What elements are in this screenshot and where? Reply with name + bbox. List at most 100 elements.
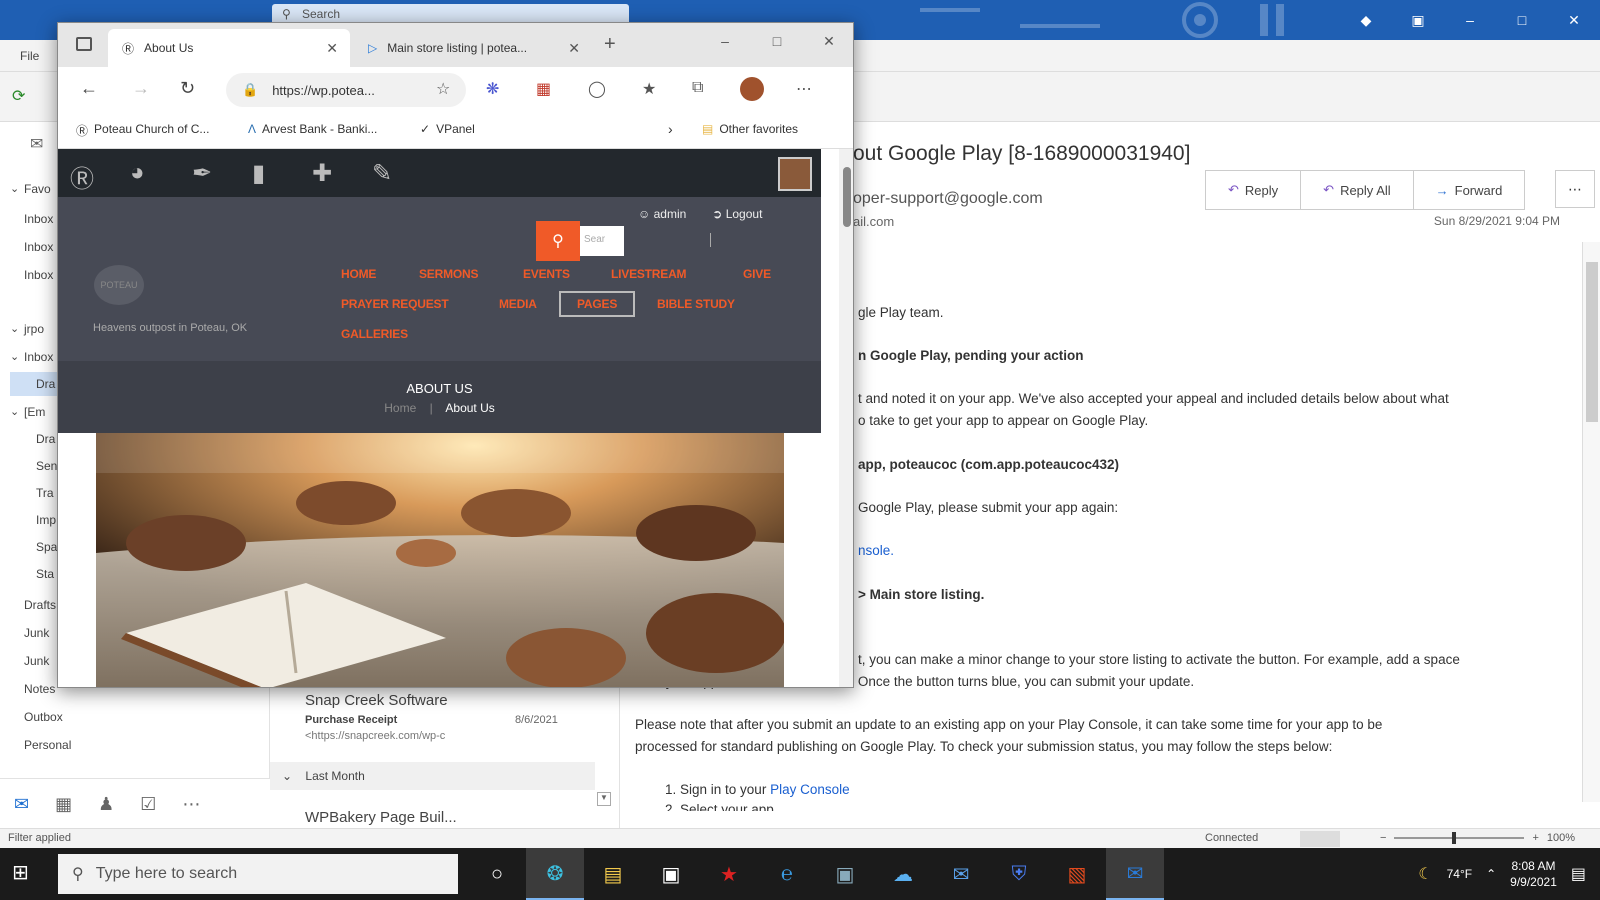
folder-item[interactable]: Junk [24, 626, 49, 640]
clock[interactable]: 8:08 AM 9/9/2021 [1510, 858, 1557, 890]
reading-scrollbar[interactable] [1582, 242, 1600, 802]
breadcrumb-home[interactable]: Home [384, 401, 416, 415]
forward-button[interactable]: → Forward [1414, 171, 1525, 209]
folder-item[interactable]: Inbox [24, 268, 53, 282]
reply-button[interactable]: ↶ Reply [1206, 171, 1302, 209]
favorites-icon[interactable]: ★ [642, 79, 656, 99]
message-sender[interactable]: WPBakery Page Buil... [305, 809, 457, 826]
new-tab-button[interactable]: + [604, 33, 616, 56]
filezilla-icon[interactable]: ★ [700, 848, 758, 900]
shield-icon[interactable]: ⛨ [990, 848, 1048, 900]
mail-icon[interactable]: ✉ [14, 794, 29, 815]
tab-actions-icon[interactable] [76, 37, 92, 51]
shield-extension-icon[interactable]: ◯ [588, 79, 606, 99]
folder-item[interactable]: Drafts [24, 598, 56, 612]
tab-about-us[interactable]: Ⓡ About Us ✕ [108, 29, 350, 67]
folder-item[interactable]: Inbox [24, 240, 53, 254]
chevron-up-icon[interactable]: ⌃ [1486, 867, 1496, 881]
search-button[interactable]: ⚲ [536, 221, 580, 261]
chevron-down-icon[interactable]: ⌄ [10, 405, 19, 418]
folder-item[interactable]: Dra [36, 432, 55, 446]
minimize-button[interactable]: – [699, 23, 751, 59]
weather-moon-icon[interactable]: ☾ [1418, 864, 1432, 884]
taskbar-search-input[interactable]: ⚲ Type here to search [58, 854, 458, 894]
restore-button[interactable]: □ [1496, 0, 1548, 40]
folder-item[interactable]: Outbox [24, 710, 63, 724]
folder-item[interactable]: Inbox [24, 212, 53, 226]
tab-main-store-listing[interactable]: ▷ Main store listing | potea... ✕ [354, 29, 592, 67]
close-button[interactable]: ✕ [1548, 0, 1600, 40]
new-content-plus-icon[interactable]: ✚ [312, 159, 332, 188]
scrollbar-thumb[interactable] [1586, 262, 1598, 422]
more-icon[interactable]: ⋯ [182, 794, 200, 815]
folder-item[interactable]: Sta [36, 567, 54, 581]
file-explorer-icon[interactable]: ▤ [584, 848, 642, 900]
nav-prayer-request[interactable]: PRAYER REQUEST [341, 297, 449, 311]
tasks-icon[interactable]: ☑ [140, 794, 156, 815]
scroll-down-button[interactable]: ▼ [597, 792, 611, 806]
folder-account[interactable]: [Em [24, 405, 45, 419]
zoom-in-button[interactable]: + [1532, 832, 1538, 844]
nav-media[interactable]: MEDIA [499, 297, 537, 311]
bookmark-item[interactable]: Ⓡ Poteau Church of C... [76, 122, 209, 139]
page-scrollbar[interactable] [839, 149, 853, 687]
email-sender[interactable]: oper-support@google.com [853, 190, 1043, 208]
close-tab-icon[interactable]: ✕ [568, 40, 580, 57]
nav-pages[interactable]: PAGES [559, 291, 636, 317]
zoom-slider[interactable] [1394, 832, 1525, 844]
user-avatar[interactable] [778, 157, 812, 191]
customize-brush-icon[interactable]: ✒ [192, 159, 212, 188]
add-favorite-icon[interactable]: ☆ [436, 79, 450, 99]
nav-events[interactable]: EVENTS [523, 267, 570, 281]
calendar-icon[interactable]: ▦ [55, 794, 72, 815]
ribbon-display-icon[interactable]: ▣ [1392, 0, 1444, 40]
diamond-icon[interactable]: ◆ [1340, 0, 1392, 40]
view-normal-button[interactable] [1300, 831, 1340, 847]
office-icon[interactable]: ▧ [1048, 848, 1106, 900]
remote-desktop-icon[interactable]: ▣ [816, 848, 874, 900]
chevron-down-icon[interactable]: ⌄ [10, 322, 19, 335]
chevron-down-icon[interactable]: ⌄ [10, 350, 19, 363]
dashboard-icon[interactable]: ◕ [130, 159, 145, 187]
zoom-slider-thumb[interactable] [1452, 832, 1457, 844]
folder-item[interactable]: Spa [36, 540, 57, 554]
back-icon[interactable]: ← [80, 78, 98, 99]
folder-item[interactable]: Imp [36, 513, 56, 527]
play-console-link[interactable]: nsole. [858, 540, 894, 562]
sync-icon[interactable]: ⟳ [12, 86, 25, 106]
menu-file[interactable]: File [20, 49, 39, 63]
folder-item[interactable]: Personal [24, 738, 71, 752]
cortana-icon[interactable]: ○ [468, 848, 526, 900]
people-icon[interactable]: ♟ [98, 794, 114, 815]
calendar-extension-icon[interactable]: ▦ [536, 79, 551, 99]
other-favorites-folder[interactable]: ▤ Other favorites [702, 122, 798, 136]
extension-icon[interactable]: ❋ [486, 79, 499, 99]
nav-sermons[interactable]: SERMONS [419, 267, 478, 281]
more-actions-button[interactable]: ⋯ [1555, 170, 1595, 208]
message-group-header[interactable]: ⌄ Last Month [270, 762, 595, 790]
folder-account[interactable]: jrpo [24, 322, 44, 336]
edge-icon[interactable]: ❂ [526, 848, 584, 900]
nav-galleries[interactable]: GALLERIES [341, 327, 408, 341]
minimize-button[interactable]: – [1444, 0, 1496, 40]
folder-item[interactable]: Tra [36, 486, 54, 500]
mail-app-icon[interactable]: ✉ [932, 848, 990, 900]
admin-link[interactable]: ☺ admin [638, 207, 686, 221]
folder-item[interactable]: Notes [24, 682, 55, 696]
nav-give[interactable]: GIVE [743, 267, 771, 281]
weather-temperature[interactable]: 74°F [1447, 867, 1472, 881]
zoom-out-button[interactable]: − [1380, 832, 1386, 844]
settings-more-icon[interactable]: ⋯ [796, 79, 812, 99]
maximize-button[interactable]: □ [751, 23, 803, 59]
internet-explorer-icon[interactable]: ℮ [758, 848, 816, 900]
folder-item[interactable]: Dra [36, 377, 55, 391]
nav-livestream[interactable]: LIVESTREAM [611, 267, 687, 281]
bookmark-item[interactable]: ✓ VPanel [420, 122, 475, 136]
notification-icon[interactable]: ▤ [1571, 864, 1586, 884]
forward-icon[interactable]: → [132, 78, 150, 99]
logout-link[interactable]: ➲ Logout [712, 207, 762, 221]
close-tab-icon[interactable]: ✕ [326, 40, 338, 57]
play-console-link[interactable]: Play Console [770, 782, 850, 797]
chevron-right-icon[interactable]: › [668, 121, 673, 137]
site-search-input[interactable]: Sear [580, 226, 624, 256]
